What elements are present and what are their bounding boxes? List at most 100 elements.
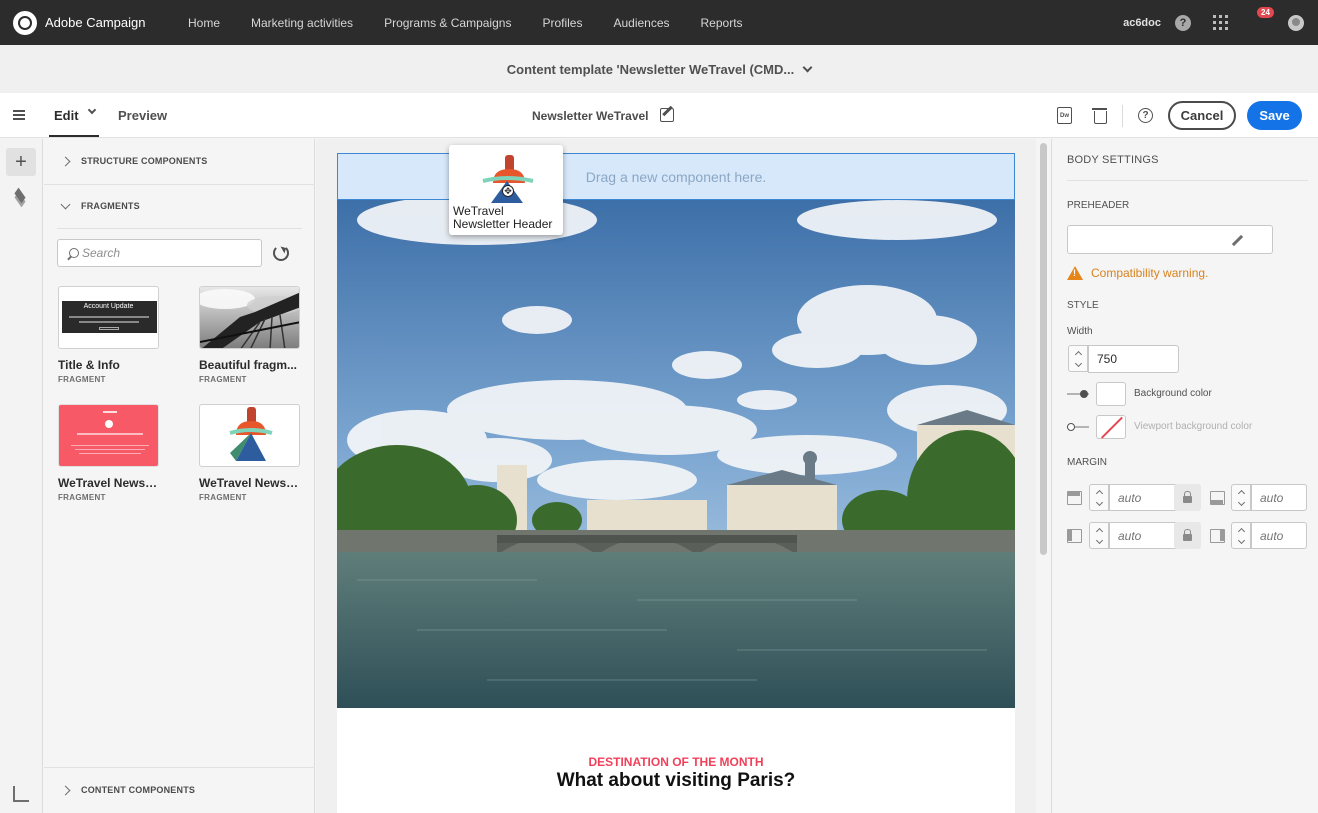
bridge-photo-image	[200, 287, 299, 348]
margin-left-stepper[interactable]	[1089, 522, 1109, 549]
lock-vertical-margins-icon[interactable]	[1174, 484, 1201, 511]
fragment-card[interactable]: Account Update Title & Info FRAGMENT	[58, 286, 160, 384]
tab-preview[interactable]: Preview	[118, 108, 167, 123]
fragment-card[interactable]: Beautiful fragm... FRAGMENT	[199, 286, 301, 384]
divider	[57, 228, 302, 229]
help-icon[interactable]: ?	[1175, 14, 1191, 31]
app-name: Adobe Campaign	[45, 15, 146, 30]
email-canvas: Drag a new component here. DESTINATION O…	[316, 139, 1036, 813]
dragged-fragment-label: WeTravel Newsletter Header (CMDL10)	[453, 205, 553, 231]
fragment-type: FRAGMENT	[58, 375, 106, 384]
nav-programs-campaigns[interactable]: Programs & Campaigns	[384, 16, 511, 30]
fragment-type: FRAGMENT	[199, 493, 247, 502]
dreamweaver-icon[interactable]: Dw	[1057, 107, 1072, 124]
email-kicker[interactable]: DESTINATION OF THE MONTH	[337, 755, 1015, 769]
fragment-search[interactable]	[57, 239, 262, 267]
document-name: Newsletter WeTravel	[532, 109, 649, 123]
notifications-bell-icon[interactable]: 24	[1250, 6, 1274, 31]
search-input[interactable]	[82, 246, 242, 260]
apps-grid-icon[interactable]	[1213, 15, 1228, 30]
email-body[interactable]: Drag a new component here. DESTINATION O…	[337, 145, 1015, 813]
fragment-type: FRAGMENT	[58, 493, 106, 502]
adobe-campaign-logo-icon	[13, 10, 37, 35]
margin-right-stepper[interactable]	[1231, 522, 1251, 549]
navigation-tree-icon[interactable]	[13, 786, 29, 802]
background-color-label: Background color	[1134, 388, 1212, 399]
user-name[interactable]: ac6doc	[1123, 17, 1161, 29]
margin-bottom-stepper[interactable]	[1231, 484, 1251, 511]
background-color-toggle[interactable]	[1067, 388, 1089, 400]
width-input[interactable]	[1088, 345, 1179, 373]
margin-right-input[interactable]	[1251, 522, 1307, 549]
chevron-down-icon[interactable]	[802, 62, 813, 72]
content-components-header[interactable]: CONTENT COMPONENTS	[44, 768, 315, 812]
canvas-scrollbar[interactable]	[1040, 143, 1047, 555]
thumbnail-title: Account Update	[83, 303, 134, 310]
edit-dropdown-chevron-icon[interactable]	[87, 105, 97, 115]
editor-toolbar: Edit Preview Newsletter WeTravel Dw ? Ca…	[0, 93, 1318, 138]
margin-left-input[interactable]	[1109, 522, 1181, 549]
fragment-card[interactable]: WeTravel Newsl... FRAGMENT	[199, 404, 301, 502]
divider	[1067, 180, 1308, 181]
margin-label: MARGIN	[1067, 457, 1107, 468]
nav-reports[interactable]: Reports	[701, 16, 743, 30]
fragment-thumbnail: Account Update	[58, 286, 159, 349]
nav-right-group: ac6doc ? 24	[1123, 0, 1304, 45]
active-tab-indicator	[49, 135, 99, 137]
margin-top-input[interactable]	[1109, 484, 1181, 511]
margin-top-stepper[interactable]	[1089, 484, 1109, 511]
menu-icon[interactable]	[13, 110, 25, 120]
nav-marketing-activities[interactable]: Marketing activities	[251, 16, 353, 30]
preheader-input[interactable]	[1067, 225, 1273, 254]
save-button[interactable]: Save	[1247, 101, 1302, 130]
warning-text: Compatibility warning.	[1091, 266, 1209, 280]
help-icon[interactable]: ?	[1138, 108, 1153, 123]
dragged-fragment-preview[interactable]: ✥ WeTravel Newsletter Header (CMDL10)	[449, 145, 563, 235]
chevron-down-icon	[60, 199, 71, 209]
nav-home[interactable]: Home	[188, 16, 220, 30]
page-title[interactable]: Content template 'Newsletter WeTravel (C…	[507, 62, 794, 77]
viewport-background-label: Viewport background color	[1134, 421, 1253, 432]
panel-title: BODY SETTINGS	[1067, 154, 1159, 166]
margin-right-icon	[1210, 529, 1225, 543]
fragments-header[interactable]: FRAGMENTS	[44, 184, 315, 228]
top-navigation-bar: Adobe Campaign Home Marketing activities…	[0, 0, 1318, 45]
margin-bottom-input[interactable]	[1251, 484, 1307, 511]
refresh-icon[interactable]	[273, 245, 289, 261]
fragment-thumbnail	[199, 404, 300, 467]
style-label: STYLE	[1067, 300, 1099, 311]
toolbar-divider	[1122, 105, 1123, 127]
email-headline[interactable]: What about visiting Paris?	[337, 770, 1015, 792]
brand[interactable]: Adobe Campaign	[13, 10, 188, 35]
main-nav: Home Marketing activities Programs & Cam…	[188, 16, 774, 30]
structure-components-header[interactable]: STRUCTURE COMPONENTS	[44, 139, 315, 183]
warning-icon	[1067, 266, 1083, 280]
paris-seine-photo[interactable]	[337, 200, 1015, 708]
add-components-icon[interactable]: +	[6, 148, 36, 176]
nav-profiles[interactable]: Profiles	[542, 16, 582, 30]
background-color-swatch[interactable]	[1096, 382, 1126, 406]
trash-icon[interactable]	[1092, 107, 1107, 124]
fragment-name: Beautiful fragm...	[199, 358, 298, 372]
user-avatar-icon[interactable]	[1288, 14, 1304, 31]
viewport-background-swatch[interactable]	[1096, 415, 1126, 439]
section-label: STRUCTURE COMPONENTS	[81, 156, 208, 166]
viewport-background-toggle[interactable]	[1067, 421, 1089, 433]
width-label: Width	[1067, 326, 1093, 337]
fragment-thumbnail	[58, 404, 159, 467]
fragment-card[interactable]: WeTravel Newsl... FRAGMENT	[58, 404, 160, 502]
tab-edit[interactable]: Edit	[54, 108, 79, 123]
fragment-name: WeTravel Newsl...	[199, 476, 299, 490]
paris-river-image	[337, 200, 1015, 708]
nav-audiences[interactable]: Audiences	[613, 16, 669, 30]
preheader-label: PREHEADER	[1067, 200, 1130, 211]
width-stepper[interactable]	[1068, 345, 1088, 372]
lock-horizontal-margins-icon[interactable]	[1174, 522, 1201, 549]
notification-count-badge: 24	[1257, 6, 1274, 18]
margin-left-icon	[1067, 529, 1082, 543]
component-dropzone[interactable]: Drag a new component here.	[337, 153, 1015, 200]
compatibility-warning[interactable]: Compatibility warning.	[1067, 266, 1208, 280]
layers-icon[interactable]	[14, 187, 27, 208]
edit-properties-icon[interactable]	[660, 108, 674, 122]
cancel-button[interactable]: Cancel	[1168, 101, 1236, 130]
